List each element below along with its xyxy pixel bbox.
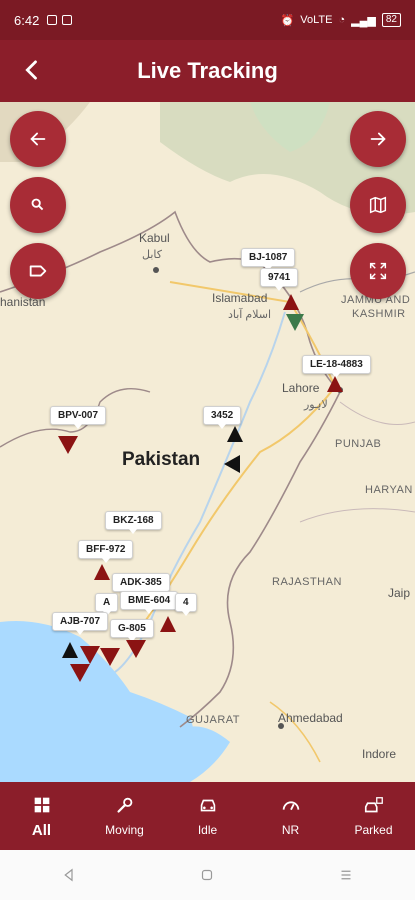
search-button[interactable] xyxy=(10,177,66,233)
place-islamabad-urdu: اسلام آباد xyxy=(228,309,272,321)
status-right-icons: ⏰ VoLTE ◔ ▂▄▆ 82 xyxy=(281,13,401,27)
fullscreen-icon xyxy=(369,262,387,280)
vehicle-marker[interactable] xyxy=(224,455,240,473)
nav-label: NR xyxy=(281,823,300,837)
nav-label: All xyxy=(31,821,52,839)
vehicle-label[interactable]: BFF-972 xyxy=(78,540,134,563)
vehicle-marker[interactable] xyxy=(70,664,90,682)
bottom-nav: All Moving Idle NR Parked xyxy=(0,782,415,850)
vehicle-marker[interactable] xyxy=(80,646,100,664)
notification-icon xyxy=(47,15,58,25)
place-lahore-urdu: لاہور xyxy=(304,399,328,411)
nav-item-parked[interactable]: Parked xyxy=(332,782,415,850)
place-islamabad: Islamabad xyxy=(212,291,268,305)
network-type: VoLTE xyxy=(300,14,333,26)
place-punjab: PUNJAB xyxy=(335,438,382,450)
search-icon xyxy=(31,198,44,211)
status-bar: 6:42 ⏰ VoLTE ◔ ▂▄▆ 82 xyxy=(0,0,415,40)
vehicle-marker[interactable] xyxy=(94,564,110,580)
place-haryana: HARYAN xyxy=(365,484,413,496)
grid-icon xyxy=(34,797,49,812)
nav-label: Idle xyxy=(197,823,218,837)
vehicle-label[interactable]: LE-18-4883 xyxy=(302,355,371,378)
nav-item-all[interactable]: All xyxy=(0,782,83,850)
signal-icon: ▂▄▆ xyxy=(351,14,376,27)
vehicle-marker[interactable] xyxy=(100,648,120,666)
map-type-button[interactable] xyxy=(350,177,406,233)
nav-label: Parked xyxy=(354,823,393,837)
vehicle-label[interactable]: A xyxy=(95,593,119,616)
nav-label: Moving xyxy=(105,823,144,837)
vehicle-label[interactable]: BME-604 xyxy=(120,591,179,614)
next-button[interactable] xyxy=(350,111,406,167)
vehicle-marker[interactable] xyxy=(62,642,78,658)
vehicle-label[interactable]: BJ-1087 xyxy=(241,248,296,271)
recents-icon[interactable] xyxy=(337,866,355,884)
message-icon xyxy=(62,15,73,25)
wrench-icon xyxy=(116,797,132,813)
nav-item-nr[interactable]: NR xyxy=(249,782,332,850)
place-indore: Indore xyxy=(362,747,397,761)
arrow-left-icon xyxy=(30,132,46,146)
place-kabul: Kabul xyxy=(139,231,170,245)
place-jaipur: Jaip xyxy=(388,586,411,600)
place-lahore: Lahore xyxy=(282,381,320,395)
status-time: 6:42 xyxy=(14,12,40,28)
vehicle-marker[interactable] xyxy=(126,640,146,658)
vehicle-label[interactable]: 9741 xyxy=(260,268,299,291)
map-icon xyxy=(369,196,387,214)
vehicle-label[interactable]: ADK-385 xyxy=(112,573,170,596)
status-left-icons xyxy=(47,15,73,25)
fullscreen-button[interactable] xyxy=(350,243,406,299)
wifi-icon: ◔ xyxy=(338,14,346,26)
vehicle-marker[interactable] xyxy=(286,314,304,331)
place-kabul-urdu: كابل xyxy=(142,249,162,261)
vehicle-label[interactable]: G-805 xyxy=(110,619,154,642)
vehicle-marker[interactable] xyxy=(283,294,299,310)
chevron-left-icon[interactable] xyxy=(18,56,46,84)
previous-button[interactable] xyxy=(10,111,66,167)
vehicle-label[interactable]: BKZ-168 xyxy=(105,511,162,534)
place-kashmir: KASHMIR xyxy=(352,308,406,320)
vehicle-label[interactable]: 4 xyxy=(175,593,197,616)
nav-item-idle[interactable]: Idle xyxy=(166,782,249,850)
vehicle-marker[interactable] xyxy=(160,616,176,632)
vehicle-marker[interactable] xyxy=(58,436,78,454)
nav-item-moving[interactable]: Moving xyxy=(83,782,166,850)
label-toggle-button[interactable] xyxy=(10,243,66,299)
vehicle-label[interactable]: AJB-707 xyxy=(52,612,109,635)
car-icon xyxy=(200,799,215,812)
alarm-icon: ⏰ xyxy=(280,14,295,27)
battery-indicator: 82 xyxy=(381,13,401,27)
tag-icon xyxy=(29,265,47,277)
vehicle-marker[interactable] xyxy=(327,376,343,392)
back-triangle-icon[interactable] xyxy=(60,866,78,884)
arrow-right-icon xyxy=(370,132,386,146)
gauge-icon xyxy=(282,801,299,811)
place-ahmedabad: Ahmedabad xyxy=(278,711,343,725)
parked-car-icon xyxy=(364,797,383,813)
vehicle-label[interactable]: 3452 xyxy=(203,406,242,429)
vehicle-label[interactable]: BPV-007 xyxy=(50,406,107,429)
home-circle-icon[interactable] xyxy=(198,866,216,884)
place-gujarat: GUJARAT xyxy=(186,714,241,726)
vehicle-marker[interactable] xyxy=(227,426,243,442)
page-title: Live Tracking xyxy=(137,58,278,83)
place-rajasthan: RAJASTHAN xyxy=(272,576,342,588)
app-bar: Live Tracking xyxy=(0,40,415,102)
system-nav-bar xyxy=(0,850,415,900)
place-pakistan: Pakistan xyxy=(122,449,201,470)
